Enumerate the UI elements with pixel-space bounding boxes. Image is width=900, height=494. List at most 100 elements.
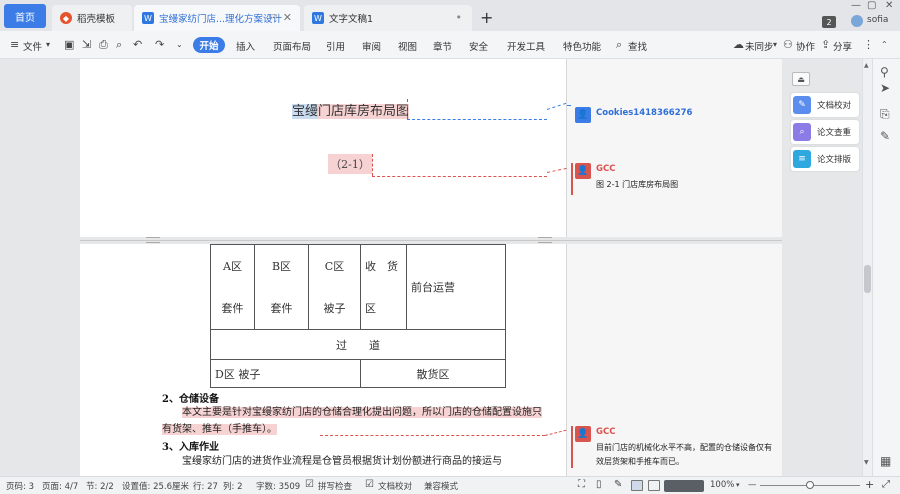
tab-start[interactable]: 开始 [193, 37, 225, 53]
scroll-up-icon[interactable]: ▲ [864, 62, 869, 69]
sync-status[interactable]: 未同步 [745, 39, 774, 53]
compare-icon[interactable]: ⎘ [880, 107, 890, 122]
scroll-down-icon[interactable]: ▼ [864, 459, 869, 466]
collab-icon[interactable]: ⚇ [783, 38, 793, 51]
collapse-panel-button[interactable]: ⏏ [792, 72, 810, 86]
paragraph[interactable]: 本文主要是针对宝缦家纺门店的仓储合理化提出问题，所以门店的仓储配置设施只有货架、… [162, 404, 542, 438]
tab-page-layout[interactable]: 页面布局 [273, 39, 311, 53]
home-tab[interactable]: 首页 [4, 4, 46, 28]
tab-insert[interactable]: 插入 [236, 39, 255, 53]
more-icon[interactable]: ⌄ [176, 40, 183, 49]
scroll-thumb[interactable] [864, 265, 871, 293]
window-count-badge[interactable]: 2 [822, 16, 836, 28]
zoom-level[interactable]: 100% [710, 480, 734, 490]
tab-template[interactable]: ◆ 稻壳模板 [52, 5, 132, 31]
zoom-out-icon[interactable]: — [748, 480, 757, 490]
plagiarism-check-button[interactable]: ⌕ 论文查重 [791, 120, 859, 144]
vertical-scrollbar[interactable]: ▲ ▼ [862, 59, 872, 476]
selected-text[interactable]: 宝缦 [292, 104, 319, 119]
avatar[interactable] [851, 15, 863, 27]
tab-chapter[interactable]: 章节 [433, 39, 452, 53]
search-icon[interactable]: ⌕ [616, 38, 622, 52]
paragraph[interactable]: 宝缦家纺门店的进货作业流程是仓管员根据货计划份额进行商品的接运与 [162, 453, 542, 470]
tab-references[interactable]: 引用 [326, 39, 345, 53]
status-col[interactable]: 列: 2 [223, 480, 242, 492]
grid-apps-icon[interactable]: ▦ [880, 454, 891, 468]
minimize-icon[interactable]: — [851, 0, 861, 11]
collab-button[interactable]: 协作 [796, 39, 815, 53]
web-view-button[interactable] [648, 480, 660, 491]
eye-care-mode[interactable] [664, 480, 704, 492]
tab-document-active[interactable]: W 宝缦家纺门店...理化方案设计 ▭ ✕ [134, 5, 300, 31]
proofread-button[interactable]: 文档校对 [378, 480, 412, 492]
paper-format-button[interactable]: ≡ 论文排版 [791, 147, 859, 171]
table-cell[interactable]: D区 被子 [210, 359, 361, 388]
print-icon[interactable]: ⎙ [99, 38, 108, 52]
redo-icon[interactable]: ↷ [155, 38, 164, 51]
pen-icon[interactable]: ✎ [880, 129, 890, 143]
tab-special[interactable]: 特色功能 [563, 39, 601, 53]
document-page[interactable]: 宝缦门店库房布局图 （2-1） [80, 59, 566, 237]
zoom-in-icon[interactable]: + [865, 478, 874, 491]
commented-text[interactable]: 门店库房布局图 [318, 104, 410, 119]
search-button[interactable]: 查找 [628, 39, 647, 53]
table-cell[interactable]: 收 货区 [360, 244, 407, 330]
preview-icon[interactable]: ⌕ [116, 38, 122, 52]
chevron-down-icon[interactable]: ▾ [773, 40, 777, 49]
status-setting[interactable]: 设置值: 25.6厘米 [122, 480, 189, 492]
figure-number[interactable]: （2-1） [328, 154, 372, 174]
layout-table[interactable]: A区 套件 B区 套件 C区 被子 收 货区 前台运营 过 道 D区 被子 散货区 [210, 244, 506, 388]
more-vertical-icon[interactable]: ⋮ [863, 38, 874, 51]
table-cell[interactable]: 散货区 [360, 359, 506, 388]
tab-developer[interactable]: 开发工具 [507, 39, 545, 53]
cursor-icon[interactable]: ➤ [880, 81, 890, 95]
section-heading[interactable]: 2、仓储设备 [162, 390, 219, 405]
share-icon[interactable]: ⇪ [821, 38, 830, 51]
menu-icon[interactable]: ≡ [10, 38, 19, 51]
page-view-button[interactable] [631, 480, 643, 491]
table-cell[interactable]: 过 道 [210, 329, 506, 360]
file-menu[interactable]: 文件 [23, 39, 42, 53]
close-tab-icon[interactable]: ✕ [283, 11, 292, 24]
section-heading[interactable]: 3、入库作业 [162, 438, 219, 453]
maximize-icon[interactable]: ▢ [867, 0, 876, 11]
spellcheck-button[interactable]: 拼写检查 [318, 480, 352, 492]
tab-review[interactable]: 审阅 [362, 39, 381, 53]
table-cell[interactable]: 前台运营 [406, 244, 506, 330]
tab-view[interactable]: 视图 [398, 39, 417, 53]
cloud-icon[interactable]: ☁ [733, 38, 744, 51]
tab-security[interactable]: 安全 [469, 39, 488, 53]
undo-icon[interactable]: ↶ [133, 38, 142, 51]
new-tab-button[interactable]: + [480, 8, 493, 27]
user-name[interactable]: sofia [867, 15, 888, 25]
reading-mode-icon[interactable]: ▯ [596, 479, 602, 490]
export-icon[interactable]: ⇲ [82, 38, 91, 51]
figure-heading[interactable]: 宝缦门店库房布局图 [292, 100, 410, 119]
status-row[interactable]: 行: 27 [193, 480, 218, 492]
status-words[interactable]: 字数: 3509 [256, 480, 300, 492]
document-page[interactable]: A区 套件 B区 套件 C区 被子 收 货区 前台运营 过 道 D区 被子 散货区 2… [80, 244, 566, 476]
commented-text[interactable]: 本文主要是针对宝缦家纺门店的仓储合理化提出问题，所以门店的仓储配置设施只有货架、… [162, 407, 542, 435]
proofread-icon[interactable]: ☑ [365, 479, 374, 490]
share-button[interactable]: 分享 [833, 39, 852, 53]
fullscreen-icon[interactable]: ⛶ [578, 479, 585, 490]
table-cell[interactable]: C区 被子 [308, 244, 361, 330]
status-page[interactable]: 页面: 4/7 [42, 480, 78, 492]
filter-icon[interactable]: ⚲ [880, 65, 889, 79]
zoom-slider-handle[interactable] [806, 481, 814, 489]
annotate-icon[interactable]: ✎ [614, 479, 622, 490]
paragraph-text[interactable]: 宝缦家纺门店的进货作业流程是仓管员根据货计划份额进行商品的接运与 [182, 456, 502, 467]
fit-page-icon[interactable]: ⤢ [882, 479, 890, 490]
status-section[interactable]: 节: 2/2 [86, 480, 114, 492]
zoom-dropdown-icon[interactable]: ▾ [736, 481, 740, 489]
status-page-code[interactable]: 页码: 3 [6, 480, 34, 492]
chevron-down-icon[interactable]: ▾ [46, 40, 50, 49]
table-cell[interactable]: B区 套件 [254, 244, 309, 330]
close-window-icon[interactable]: ✕ [885, 0, 893, 11]
doc-proofread-button[interactable]: ✎ 文档校对 [791, 93, 859, 117]
save-icon[interactable]: ▣ [64, 38, 74, 51]
table-cell[interactable]: A区 套件 [210, 244, 255, 330]
window-icon[interactable]: ▭ [269, 11, 278, 22]
spellcheck-icon[interactable]: ☑ [305, 479, 314, 490]
collapse-ribbon-icon[interactable]: ⌃ [881, 40, 888, 49]
